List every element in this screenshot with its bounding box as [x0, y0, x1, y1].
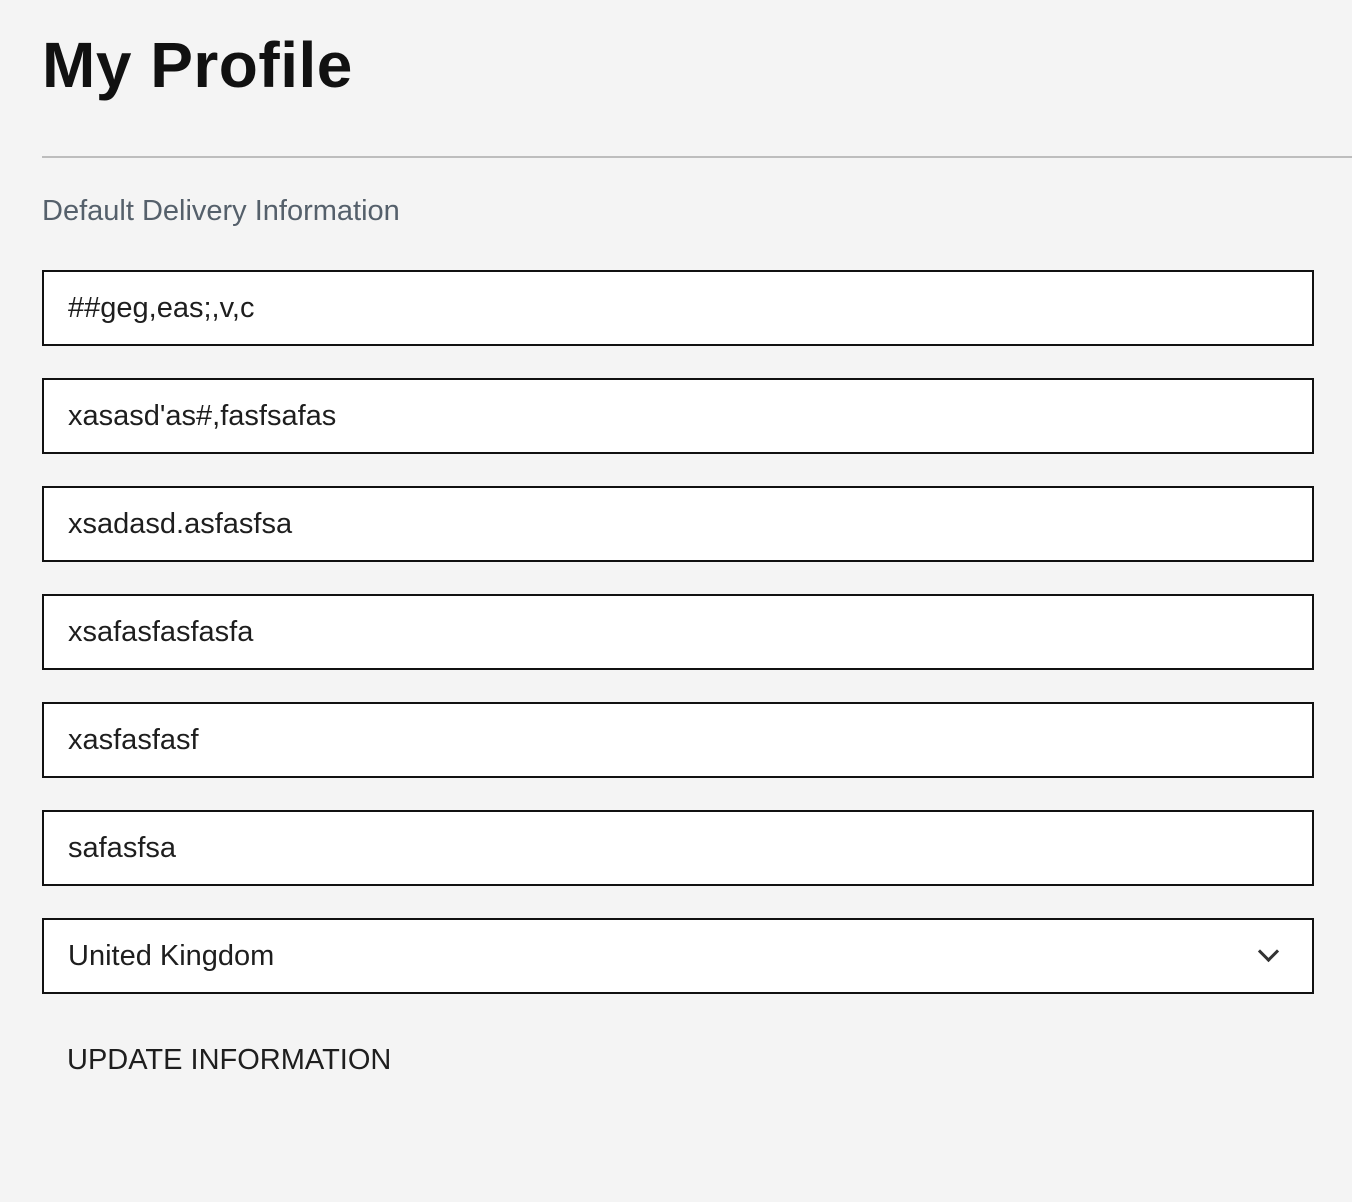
postcode-field[interactable] [42, 810, 1314, 886]
page-title: My Profile [42, 29, 353, 101]
address-line-1-input[interactable] [44, 272, 1312, 344]
divider [42, 156, 1352, 158]
country-selected-value: United Kingdom [68, 940, 275, 972]
address-line-1-field[interactable] [42, 270, 1314, 346]
postcode-input[interactable] [44, 812, 1312, 884]
county-input[interactable] [44, 704, 1312, 776]
address-line-3-input[interactable] [44, 488, 1312, 560]
section-title: Default Delivery Information [42, 195, 400, 227]
county-field[interactable] [42, 702, 1314, 778]
update-information-button[interactable]: UPDATE INFORMATION [42, 1036, 416, 1085]
address-line-2-field[interactable] [42, 378, 1314, 454]
address-line-2-input[interactable] [44, 380, 1312, 452]
city-input[interactable] [44, 596, 1312, 668]
city-field[interactable] [42, 594, 1314, 670]
chevron-down-icon[interactable] [1257, 940, 1280, 963]
country-select[interactable]: United Kingdom [42, 918, 1314, 994]
address-line-3-field[interactable] [42, 486, 1314, 562]
